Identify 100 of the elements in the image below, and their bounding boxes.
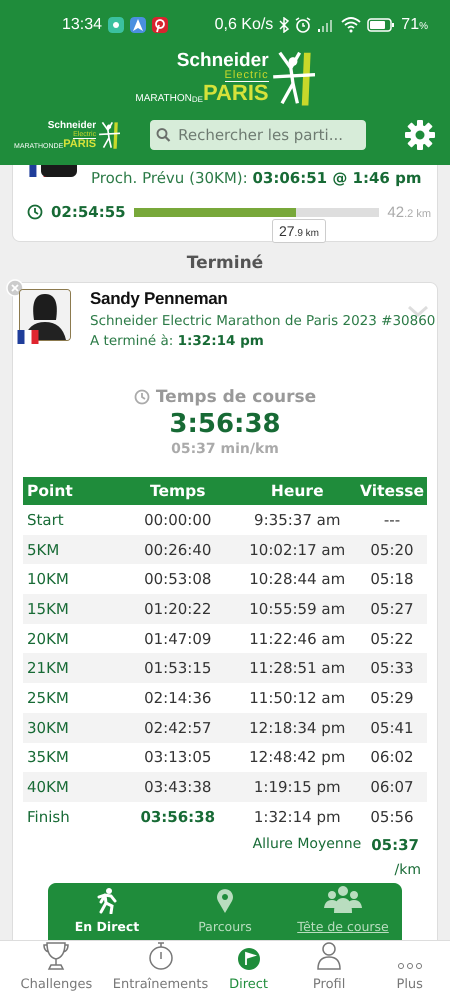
runner-logo-icon	[270, 50, 315, 106]
clock-time-cell-text: 9:35:37 am	[253, 510, 342, 529]
french-flag-icon	[17, 330, 39, 344]
clock-time: 13:34	[62, 16, 102, 34]
location-pin-icon	[216, 888, 234, 914]
time-cell-text: 00:26:40	[143, 540, 212, 559]
logo-city: PARIS	[63, 138, 96, 150]
nav-tab[interactable]: En Direct	[48, 883, 166, 940]
column-header: Point	[26, 482, 74, 500]
network-speed: 0,6 Ko/s	[214, 16, 274, 34]
point-cell-text: 30KM	[26, 718, 70, 737]
group-icon	[323, 886, 363, 914]
time-cell-text: 03:56:38	[139, 808, 216, 826]
clock-time-cell-text: 1:32:14 pm	[252, 808, 342, 826]
nav-tab[interactable]: Tête de course	[284, 883, 402, 940]
logo-brand: Schneider	[48, 120, 96, 130]
point-cell-text: 5KM	[26, 540, 60, 559]
search-field[interactable]: Rechercher les parti...	[150, 120, 366, 150]
pace-cell-text: 05:18	[369, 570, 415, 588]
nav-item[interactable]: Challenges	[0, 941, 113, 1000]
point-cell-text: 21KM	[26, 659, 70, 678]
logo-city: PARIS	[203, 82, 269, 104]
clock-time-cell-text: 10:55:59 am	[248, 600, 346, 618]
logo-event: MARATHON	[135, 94, 192, 104]
column-header: Heure	[270, 482, 325, 500]
more-icon[interactable]	[396, 961, 423, 971]
time-cell-text: 03:43:38	[143, 778, 212, 796]
column-header: Vitesse	[359, 482, 425, 500]
pace-cell-text: 06:07	[369, 778, 415, 796]
flag-icon	[236, 947, 261, 971]
race-name: Schneider Electric Marathon de Paris 2023 #30860	[90, 313, 436, 329]
clock-time-cell-text: 1:19:15 pm	[252, 778, 342, 796]
pace-cell-text: 05:22	[369, 630, 415, 648]
time-cell-text: 03:13:05	[143, 748, 212, 766]
point-cell-text: Finish	[26, 808, 71, 826]
elapsed-time: 02:54:55	[51, 203, 126, 221]
pace-cell-text: 05:27	[369, 600, 415, 618]
chevron-down-icon[interactable]	[407, 305, 429, 317]
time-cell-text: 01:20:22	[143, 600, 212, 618]
pace-unit: /km	[394, 862, 421, 878]
clock-time-cell-text: 12:18:34 pm	[248, 718, 346, 737]
section-title: Terminé	[186, 253, 264, 273]
nav-tab[interactable]: Parcours	[166, 883, 284, 940]
pace-cell-text: 06:02	[369, 748, 415, 766]
clock-time-cell-text: 12:48:42 pm	[248, 748, 346, 766]
clock-icon	[27, 204, 43, 220]
pace-cell-text: 05:20	[369, 540, 415, 559]
clock-time-cell-text: 11:28:51 am	[248, 659, 346, 678]
running-person-icon	[95, 888, 119, 914]
average-pace: 05:37 min/km	[171, 441, 279, 457]
wifi-icon	[341, 17, 362, 33]
stopwatch-icon	[148, 941, 174, 971]
logo-subtitle: Electric	[224, 70, 269, 82]
average-pace-label: Allure Moyenne	[252, 836, 362, 854]
point-cell-text: 25KM	[26, 688, 70, 707]
alarm-icon	[295, 17, 312, 33]
runner-name: Sandy Penneman	[90, 289, 229, 309]
time-cell-text: 01:47:09	[143, 630, 212, 648]
pace-cell-text: 05:56	[369, 808, 415, 826]
race-time-label: Temps de course	[156, 387, 316, 407]
pace-cell-text: 05:29	[369, 688, 415, 707]
clock-icon	[134, 389, 150, 405]
time-cell-text: 02:14:36	[143, 688, 212, 707]
point-cell-text: 10KM	[26, 570, 70, 588]
clock-time-cell-text: 11:22:46 am	[248, 630, 346, 648]
time-cell-text: 00:53:08	[143, 570, 212, 588]
battery-icon	[367, 18, 396, 32]
close-icon[interactable]	[6, 279, 24, 297]
nav-item[interactable]: Plus	[369, 941, 450, 1000]
time-cell-text: 00:00:00	[143, 510, 212, 529]
nav-item[interactable]: Direct	[208, 941, 289, 1000]
point-cell-text: 35KM	[26, 748, 70, 766]
distance-tooltip: 27.9 km	[272, 219, 326, 243]
next-prediction: Proch. Prévu (30KM): 03:06:51 @ 1:46 pm	[91, 169, 422, 187]
bluetooth-icon	[279, 17, 290, 33]
trophy-icon	[43, 941, 70, 971]
clock-time-cell-text: 10:28:44 am	[248, 570, 346, 588]
pace-cell-text: ---	[382, 510, 402, 529]
pace-cell-text: 05:33	[369, 659, 415, 678]
point-cell-text: 40KM	[26, 778, 70, 796]
settings-icon[interactable]	[404, 119, 436, 151]
nav-item[interactable]: Entraînements	[112, 941, 208, 1000]
app-notification-icon	[108, 17, 124, 33]
point-cell-text: 20KM	[26, 630, 70, 648]
pace-cell-text: 05:41	[369, 718, 415, 737]
nav-item[interactable]: Profil	[288, 941, 370, 1000]
person-icon	[316, 941, 342, 971]
clock-time-cell-text: 11:50:12 am	[248, 688, 346, 707]
clock-time-cell-text: 10:02:17 am	[248, 540, 346, 559]
point-cell-text: 15KM	[26, 600, 70, 618]
pin-app-icon	[152, 17, 168, 33]
time-cell-text: 02:42:57	[143, 718, 212, 737]
point-cell-text: Start	[26, 510, 65, 529]
time-cell-text: 01:53:15	[143, 659, 212, 678]
logo-brand: Schneider	[176, 51, 269, 70]
column-header: Temps	[149, 482, 206, 500]
finish-time: A terminé à: 1:32:14 pm	[90, 333, 265, 349]
battery-level: 71%	[401, 16, 428, 34]
navigation-app-icon	[130, 17, 146, 33]
average-pace-value: 05:37	[371, 836, 419, 854]
